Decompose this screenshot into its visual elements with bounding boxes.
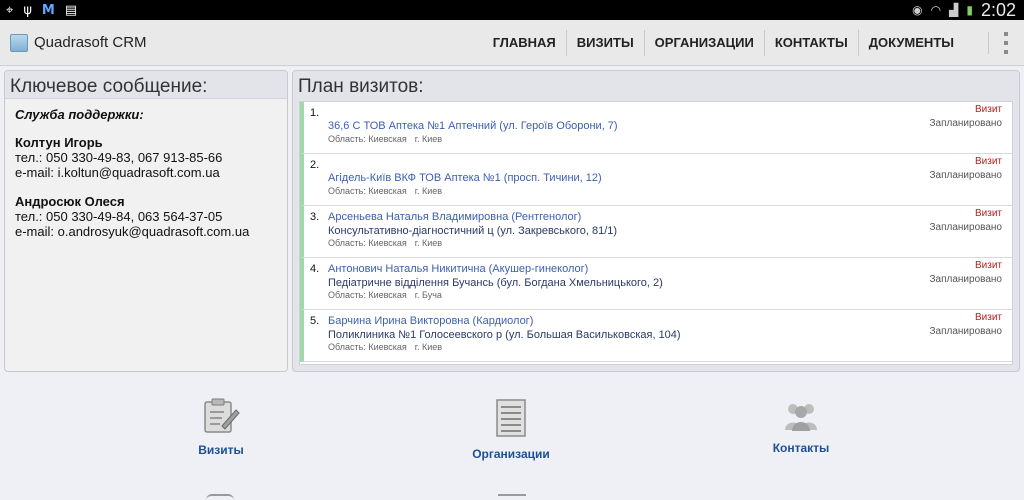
key-message-panel: Ключевое сообщение: Служба поддержки: Ко…	[4, 70, 288, 372]
visit-location: Область: Киевская г. Киев	[328, 186, 442, 196]
visit-type: Визит	[974, 156, 1002, 167]
visit-region: Область: Киевская	[328, 186, 407, 196]
visit-plan-panel: План визитов: 1. 36,6 С ТОВ Аптека №1 Ап…	[292, 70, 1020, 372]
organizations-list-icon	[496, 399, 526, 437]
nav-item-visits[interactable]: ВИЗИТЫ	[565, 30, 644, 56]
visit-edit-icon	[204, 398, 240, 433]
nav-item-home[interactable]: ГЛАВНАЯ	[483, 30, 566, 56]
visit-number: 1.	[310, 107, 320, 119]
visit-type: Визит	[974, 208, 1002, 219]
tile-contacts-label: Контакты	[772, 441, 830, 455]
visit-number: 3.	[310, 211, 320, 223]
visit-status: Запланировано	[929, 274, 1003, 285]
visit-plan-title: План визитов:	[293, 71, 1019, 99]
visit-city: г. Киев	[414, 238, 443, 248]
visit-row[interactable]: 2. Агідель-Київ ВКФ ТОВ Аптека №1 (просп…	[300, 154, 1012, 206]
visit-region: Область: Киевская	[328, 238, 407, 248]
tile-contacts[interactable]: Контакты	[766, 400, 836, 455]
visit-row[interactable]: 1. 36,6 С ТОВ Аптека №1 Аптечний (ул. Ге…	[300, 102, 1012, 154]
visit-type: Визит	[974, 312, 1002, 323]
visit-person: Антонович Наталья Никитична (Акушер-гине…	[328, 263, 589, 275]
visit-number: 4.	[310, 263, 320, 275]
tile-visits-label: Визиты	[198, 443, 244, 457]
visit-region: Область: Киевская	[328, 134, 407, 144]
visit-location: Область: Киевская г. Киев	[328, 342, 442, 352]
gps-icon: ⌖	[6, 2, 14, 17]
contact-name: Андросюк Олеся	[15, 194, 125, 209]
app-logo-icon[interactable]	[10, 34, 28, 52]
nav-item-organizations[interactable]: ОРГАНИЗАЦИИ	[643, 30, 764, 56]
tile-organizations[interactable]: Организации	[466, 398, 556, 461]
status-icons-right: ◉ ◠ ▟ ▮ 2:02	[912, 0, 1016, 20]
app-title: Quadrasoft CRM	[34, 34, 147, 51]
visit-row[interactable]: 3. Арсеньева Наталья Владимировна (Рентг…	[300, 206, 1012, 258]
key-message-title: Ключевое сообщение:	[5, 71, 287, 99]
visit-row[interactable]: 4. Антонович Наталья Никитична (Акушер-г…	[300, 258, 1012, 310]
visit-city: г. Буча	[414, 290, 442, 300]
visit-list[interactable]: 1. 36,6 С ТОВ Аптека №1 Аптечний (ул. Ге…	[299, 101, 1013, 365]
action-bar: Quadrasoft CRM ГЛАВНАЯ ВИЗИТЫ ОРГАНИЗАЦИ…	[0, 20, 1024, 66]
visit-region: Область: Киевская	[328, 290, 407, 300]
support-contact: Колтун Игорь тел.: 050 330-49-83, 067 91…	[15, 135, 277, 180]
visit-type: Визит	[974, 260, 1002, 271]
visit-city: г. Киев	[414, 186, 443, 196]
visit-status: Запланировано	[929, 170, 1003, 181]
contact-phone[interactable]: тел.: 050 330-49-84, 063 564-37-05	[15, 209, 277, 224]
signal-icon: ▟	[949, 3, 959, 17]
status-time: 2:02	[980, 0, 1016, 20]
visit-type: Визит	[974, 104, 1002, 115]
visit-region: Область: Киевская	[328, 342, 407, 352]
support-title: Служба поддержки:	[15, 107, 144, 122]
wifi-icon: ◠	[930, 3, 942, 17]
partial-tile-icon[interactable]	[206, 494, 234, 500]
nav-item-contacts[interactable]: КОНТАКТЫ	[763, 30, 858, 56]
visit-organization: Педіатричне відділення Бучансь (бул. Бог…	[328, 277, 663, 289]
visit-status: Запланировано	[929, 118, 1003, 129]
visit-number: 2.	[310, 159, 320, 171]
visit-city: г. Киев	[414, 342, 443, 352]
support-contact: Андросюк Олеся тел.: 050 330-49-84, 063 …	[15, 194, 277, 239]
visit-status: Запланировано	[929, 222, 1003, 233]
visit-person: Арсеньева Наталья Владимировна (Рентгено…	[328, 211, 582, 223]
visit-organization: Поликлиника №1 Голосеевского р (ул. Боль…	[328, 329, 681, 341]
overflow-menu-icon[interactable]	[988, 32, 1012, 54]
nav-item-documents[interactable]: ДОКУМЕНТЫ	[857, 30, 964, 56]
contact-email[interactable]: e-mail: o.androsyuk@quadrasoft.com.ua	[15, 224, 277, 239]
contacts-people-icon	[785, 404, 817, 431]
visit-row[interactable]: 5. Барчина Ирина Викторовна (Кардиолог) …	[300, 310, 1012, 362]
contact-phone[interactable]: тел.: 050 330-49-83, 067 913-85-66	[15, 150, 277, 165]
tile-visits[interactable]: Визиты	[186, 398, 256, 457]
visit-city: г. Киев	[414, 134, 443, 144]
battery-icon: ▮	[966, 3, 973, 17]
partial-tile-icon[interactable]	[498, 494, 526, 500]
visit-organization: 36,6 С ТОВ Аптека №1 Аптечний (ул. Герої…	[328, 120, 618, 132]
visit-organization: Агідель-Київ ВКФ ТОВ Аптека №1 (просп. Т…	[328, 172, 602, 184]
usb-icon: ψ	[23, 2, 32, 18]
gmail-icon: M	[41, 2, 55, 18]
visit-location: Область: Киевская г. Киев	[328, 238, 442, 248]
tile-organizations-label: Организации	[472, 447, 550, 461]
visit-location: Область: Киевская г. Киев	[328, 134, 442, 144]
visit-number: 5.	[310, 315, 320, 327]
contact-name: Колтун Игорь	[15, 135, 103, 150]
sim-icon: ▤	[64, 2, 78, 18]
visit-person: Барчина Ирина Викторовна (Кардиолог)	[328, 315, 534, 327]
main-nav: ГЛАВНАЯ ВИЗИТЫ ОРГАНИЗАЦИИ КОНТАКТЫ ДОКУ…	[483, 30, 964, 56]
eye-icon: ◉	[912, 3, 923, 17]
contact-email[interactable]: e-mail: i.koltun@quadrasoft.com.ua	[15, 165, 277, 180]
visit-location: Область: Киевская г. Буча	[328, 290, 442, 300]
visit-organization: Консультативно-діагностичний ц (ул. Закр…	[328, 225, 618, 237]
key-message-body: Служба поддержки: Колтун Игорь тел.: 050…	[5, 99, 287, 261]
status-icons-left: ⌖ ψ M ▤	[6, 2, 77, 18]
status-bar: ⌖ ψ M ▤ ◉ ◠ ▟ ▮ 2:02	[0, 0, 1024, 20]
visit-status: Запланировано	[929, 326, 1003, 337]
